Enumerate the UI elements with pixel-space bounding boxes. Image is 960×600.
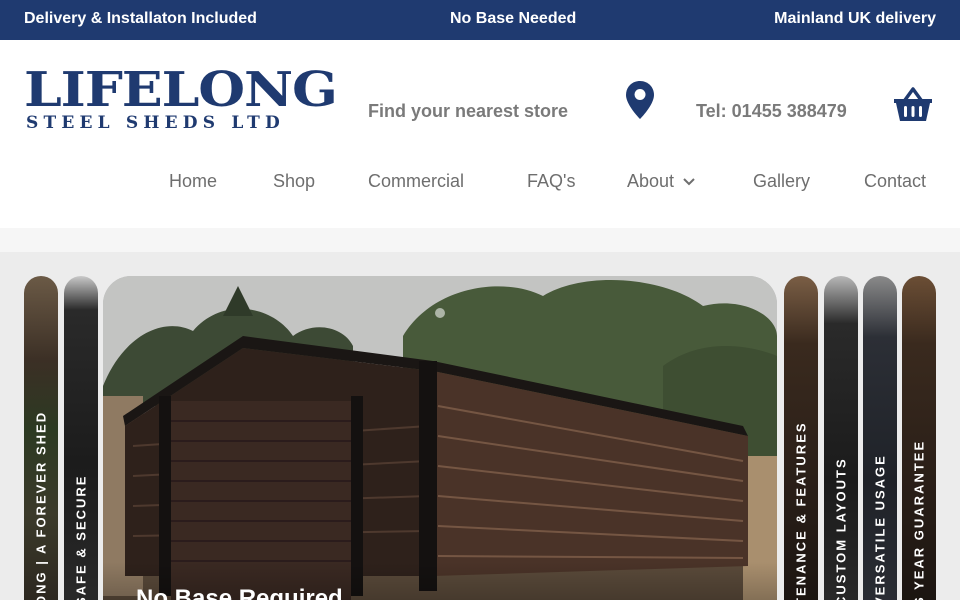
slide-title: No Base Required <box>136 585 343 600</box>
announcement-no-base: No Base Needed <box>450 10 577 27</box>
telephone-link[interactable]: Tel: 01455 388479 <box>696 101 847 122</box>
location-pin-icon[interactable] <box>625 80 655 120</box>
active-slide[interactable]: No Base Required <box>103 276 777 600</box>
panel-label: ONG | A FOREVER SHED <box>33 410 49 600</box>
slider-panel-maintenance[interactable]: TENANCE & FEATURES <box>784 276 818 600</box>
panel-label: S YEAR GUARANTEE <box>911 439 927 600</box>
hero-top-strip <box>0 228 960 252</box>
chevron-down-icon <box>683 178 695 186</box>
panel-label: SAFE & SECURE <box>73 474 89 600</box>
shopping-basket-icon[interactable] <box>893 86 933 122</box>
nav-commercial[interactable]: Commercial <box>368 171 464 192</box>
nav-contact[interactable]: Contact <box>864 171 926 192</box>
panel-label: VERSATILE USAGE <box>872 454 888 600</box>
slider-panel-guarantee[interactable]: S YEAR GUARANTEE <box>902 276 936 600</box>
announcement-bar: Delivery & Installaton Included No Base … <box>0 0 960 40</box>
announcement-delivery: Delivery & Installaton Included <box>24 10 257 27</box>
logo-wordmark: LIFELONG <box>24 62 338 118</box>
slider-panel-versatile-usage[interactable]: VERSATILE USAGE <box>863 276 897 600</box>
nav-home[interactable]: Home <box>169 171 217 192</box>
nav-gallery[interactable]: Gallery <box>753 171 810 192</box>
announcement-uk-delivery: Mainland UK delivery <box>774 10 936 27</box>
slider-panel-custom-layouts[interactable]: CUSTOM LAYOUTS <box>824 276 858 600</box>
slider-indicator[interactable] <box>435 308 445 318</box>
main-navigation: Home Shop Commercial FAQ's About Gallery… <box>0 171 960 197</box>
nav-faqs[interactable]: FAQ's <box>527 171 575 192</box>
panel-label: CUSTOM LAYOUTS <box>833 457 849 600</box>
nav-about[interactable]: About <box>627 171 696 192</box>
find-store-link[interactable]: Find your nearest store <box>368 101 568 122</box>
nav-about-label: About <box>627 171 675 191</box>
site-logo[interactable]: LIFELONG STEEL SHEDS LTD <box>24 66 338 136</box>
logo-subtitle: STEEL SHEDS LTD <box>26 113 285 133</box>
panel-label: TENANCE & FEATURES <box>793 421 809 600</box>
shed-photo <box>103 276 777 600</box>
slider-panel-forever-shed[interactable]: ONG | A FOREVER SHED <box>24 276 58 600</box>
nav-shop[interactable]: Shop <box>273 171 315 192</box>
slider-panel-safe-secure[interactable]: SAFE & SECURE <box>64 276 98 600</box>
